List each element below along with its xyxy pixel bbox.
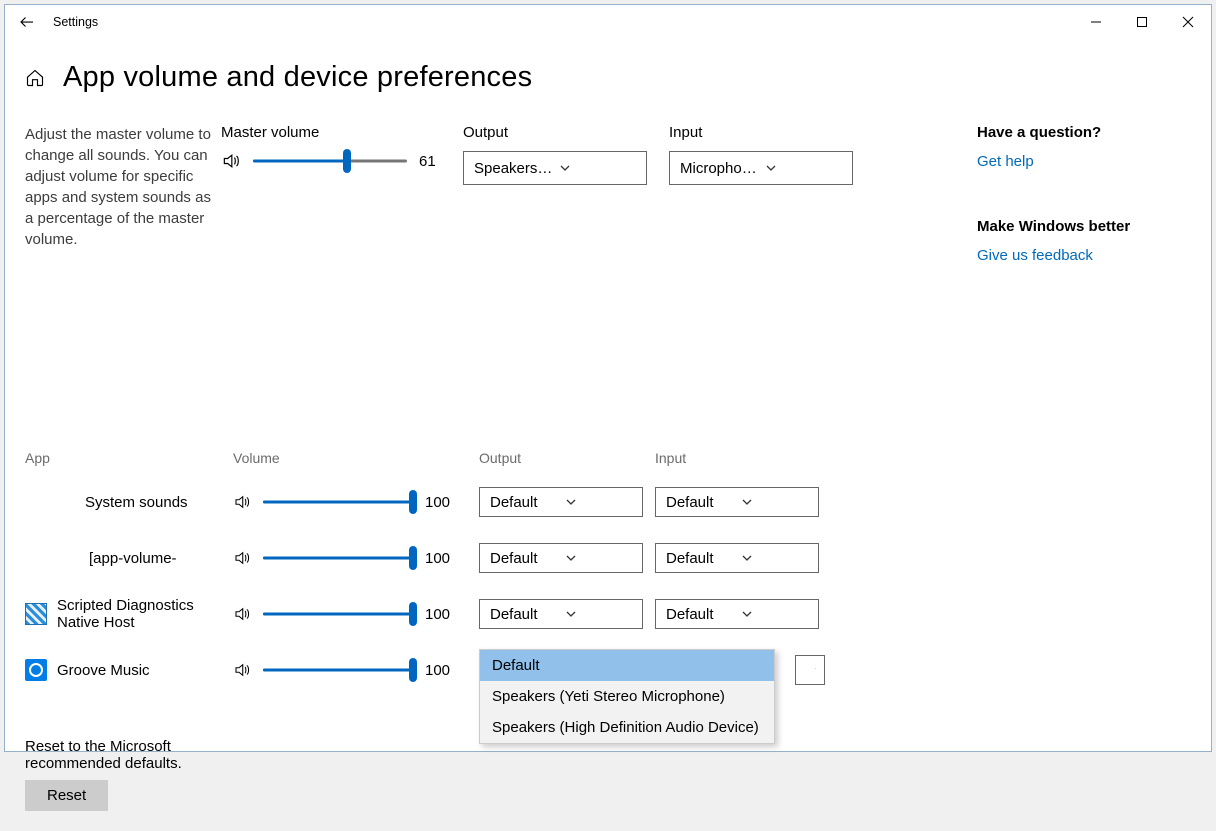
app-row: [app-volume- 100 Default Default: [25, 530, 815, 586]
speaker-icon[interactable]: [233, 549, 251, 567]
chevron-down-icon: [741, 552, 810, 564]
app-volume-value: 100: [425, 662, 450, 679]
close-button[interactable]: [1165, 5, 1211, 39]
app-input-dropdown[interactable]: Default: [655, 487, 819, 517]
app-name-cell: [app-volume-: [25, 550, 225, 567]
page-description: Adjust the master volume to change all s…: [25, 124, 221, 250]
page-header: App volume and device preferences: [25, 61, 1191, 94]
master-output-value: Speakers (High De…: [474, 160, 553, 177]
app-volume-slider[interactable]: [263, 604, 413, 624]
chevron-down-icon: [565, 552, 634, 564]
titlebar: Settings: [5, 5, 1211, 39]
app-volume-value: 100: [425, 550, 450, 567]
feedback-block: Make Windows better Give us feedback: [977, 218, 1181, 264]
master-input-label: Input: [669, 124, 853, 141]
home-icon[interactable]: [25, 68, 45, 88]
app-volume-cell: 100: [233, 604, 471, 624]
chevron-down-icon: [814, 664, 816, 676]
chevron-down-icon: [741, 496, 810, 508]
app-output-value: Default: [490, 494, 559, 511]
back-button[interactable]: [5, 5, 49, 39]
col-volume: Volume: [233, 450, 471, 466]
app-icon: [25, 603, 47, 625]
dropdown-option[interactable]: Speakers (High Definition Audio Device): [480, 712, 774, 743]
master-output-dropdown[interactable]: Speakers (High De…: [463, 151, 647, 185]
description-column: Adjust the master volume to change all s…: [25, 124, 221, 811]
master-input-dropdown[interactable]: Microphone (Yeti S…: [669, 151, 853, 185]
window-controls: [1073, 5, 1211, 39]
app-input-value: Default: [666, 550, 735, 567]
app-output-dropdown[interactable]: Default: [479, 487, 643, 517]
feedback-heading: Make Windows better: [977, 218, 1181, 235]
app-volume-value: 100: [425, 494, 450, 511]
app-volume-slider[interactable]: [263, 660, 413, 680]
window-title: Settings: [53, 15, 98, 29]
master-volume-block: Master volume 61: [221, 124, 441, 171]
speaker-icon[interactable]: [221, 151, 241, 171]
settings-window: Settings App volume and device preferenc…: [4, 4, 1212, 752]
reset-area: Reset to the Microsoft recommended defau…: [25, 738, 221, 811]
app-input-dropdown[interactable]: Default: [655, 599, 819, 629]
master-controls: Master volume 61: [221, 124, 941, 185]
minimize-button[interactable]: [1073, 5, 1119, 39]
app-input-dropdown[interactable]: [795, 655, 825, 685]
output-dropdown-popup[interactable]: DefaultSpeakers (Yeti Stereo Microphone)…: [479, 649, 775, 744]
app-name-cell: Groove Music: [25, 659, 225, 681]
app-input-value: Default: [666, 606, 735, 623]
chevron-down-icon: [565, 608, 634, 620]
chevron-down-icon: [741, 608, 810, 620]
chevron-down-icon: [765, 162, 844, 174]
app-volume-cell: 100: [233, 548, 471, 568]
help-block: Have a question? Get help: [977, 124, 1181, 170]
master-output-label: Output: [463, 124, 647, 141]
master-input-block: Input Microphone (Yeti S…: [669, 124, 853, 185]
master-volume-slider[interactable]: [253, 151, 407, 171]
reset-button[interactable]: Reset: [25, 780, 108, 811]
app-volume-slider[interactable]: [263, 492, 413, 512]
table-header: App Volume Output Input: [25, 450, 815, 466]
master-volume-value: 61: [419, 153, 441, 170]
page-title: App volume and device preferences: [63, 61, 532, 94]
app-volume-cell: 100: [233, 492, 471, 512]
app-row: Scripted Diagnostics Native Host 100 Defau…: [25, 586, 815, 642]
maximize-button[interactable]: [1119, 5, 1165, 39]
app-name: Groove Music: [57, 662, 150, 679]
app-volume-slider[interactable]: [263, 548, 413, 568]
app-name-cell: System sounds: [25, 491, 225, 513]
col-input: Input: [655, 450, 823, 466]
app-name: Scripted Diagnostics Native Host: [57, 597, 225, 631]
app-output-dropdown[interactable]: Default: [479, 599, 643, 629]
app-volume-cell: 100: [233, 660, 471, 680]
help-panel: Have a question? Get help Make Windows b…: [941, 124, 1181, 312]
help-heading: Have a question?: [977, 124, 1181, 141]
app-input-dropdown[interactable]: Default: [655, 543, 819, 573]
page-content: App volume and device preferences Adjust…: [5, 39, 1211, 831]
app-output-dropdown[interactable]: Default: [479, 543, 643, 573]
speaker-icon[interactable]: [233, 605, 251, 623]
master-volume-label: Master volume: [221, 124, 441, 141]
speaker-icon[interactable]: [233, 493, 251, 511]
chevron-down-icon: [559, 162, 638, 174]
app-name: System sounds: [85, 494, 188, 511]
dropdown-option[interactable]: Speakers (Yeti Stereo Microphone): [480, 681, 774, 712]
app-output-value: Default: [490, 606, 559, 623]
speaker-icon[interactable]: [233, 661, 251, 679]
app-name: [app-volume-: [89, 550, 177, 567]
chevron-down-icon: [565, 496, 634, 508]
give-feedback-link[interactable]: Give us feedback: [977, 247, 1093, 264]
reset-description: Reset to the Microsoft recommended defau…: [25, 738, 221, 772]
app-output-value: Default: [490, 550, 559, 567]
app-name-cell: Scripted Diagnostics Native Host: [25, 597, 225, 631]
app-row: System sounds 100 Default Default: [25, 474, 815, 530]
app-volume-value: 100: [425, 606, 450, 623]
master-input-value: Microphone (Yeti S…: [680, 160, 759, 177]
get-help-link[interactable]: Get help: [977, 153, 1034, 170]
master-output-block: Output Speakers (High De…: [463, 124, 647, 185]
col-app: App: [25, 450, 225, 466]
app-icon: [25, 659, 47, 681]
app-input-value: Default: [666, 494, 735, 511]
dropdown-option[interactable]: Default: [480, 650, 774, 681]
col-output: Output: [479, 450, 647, 466]
